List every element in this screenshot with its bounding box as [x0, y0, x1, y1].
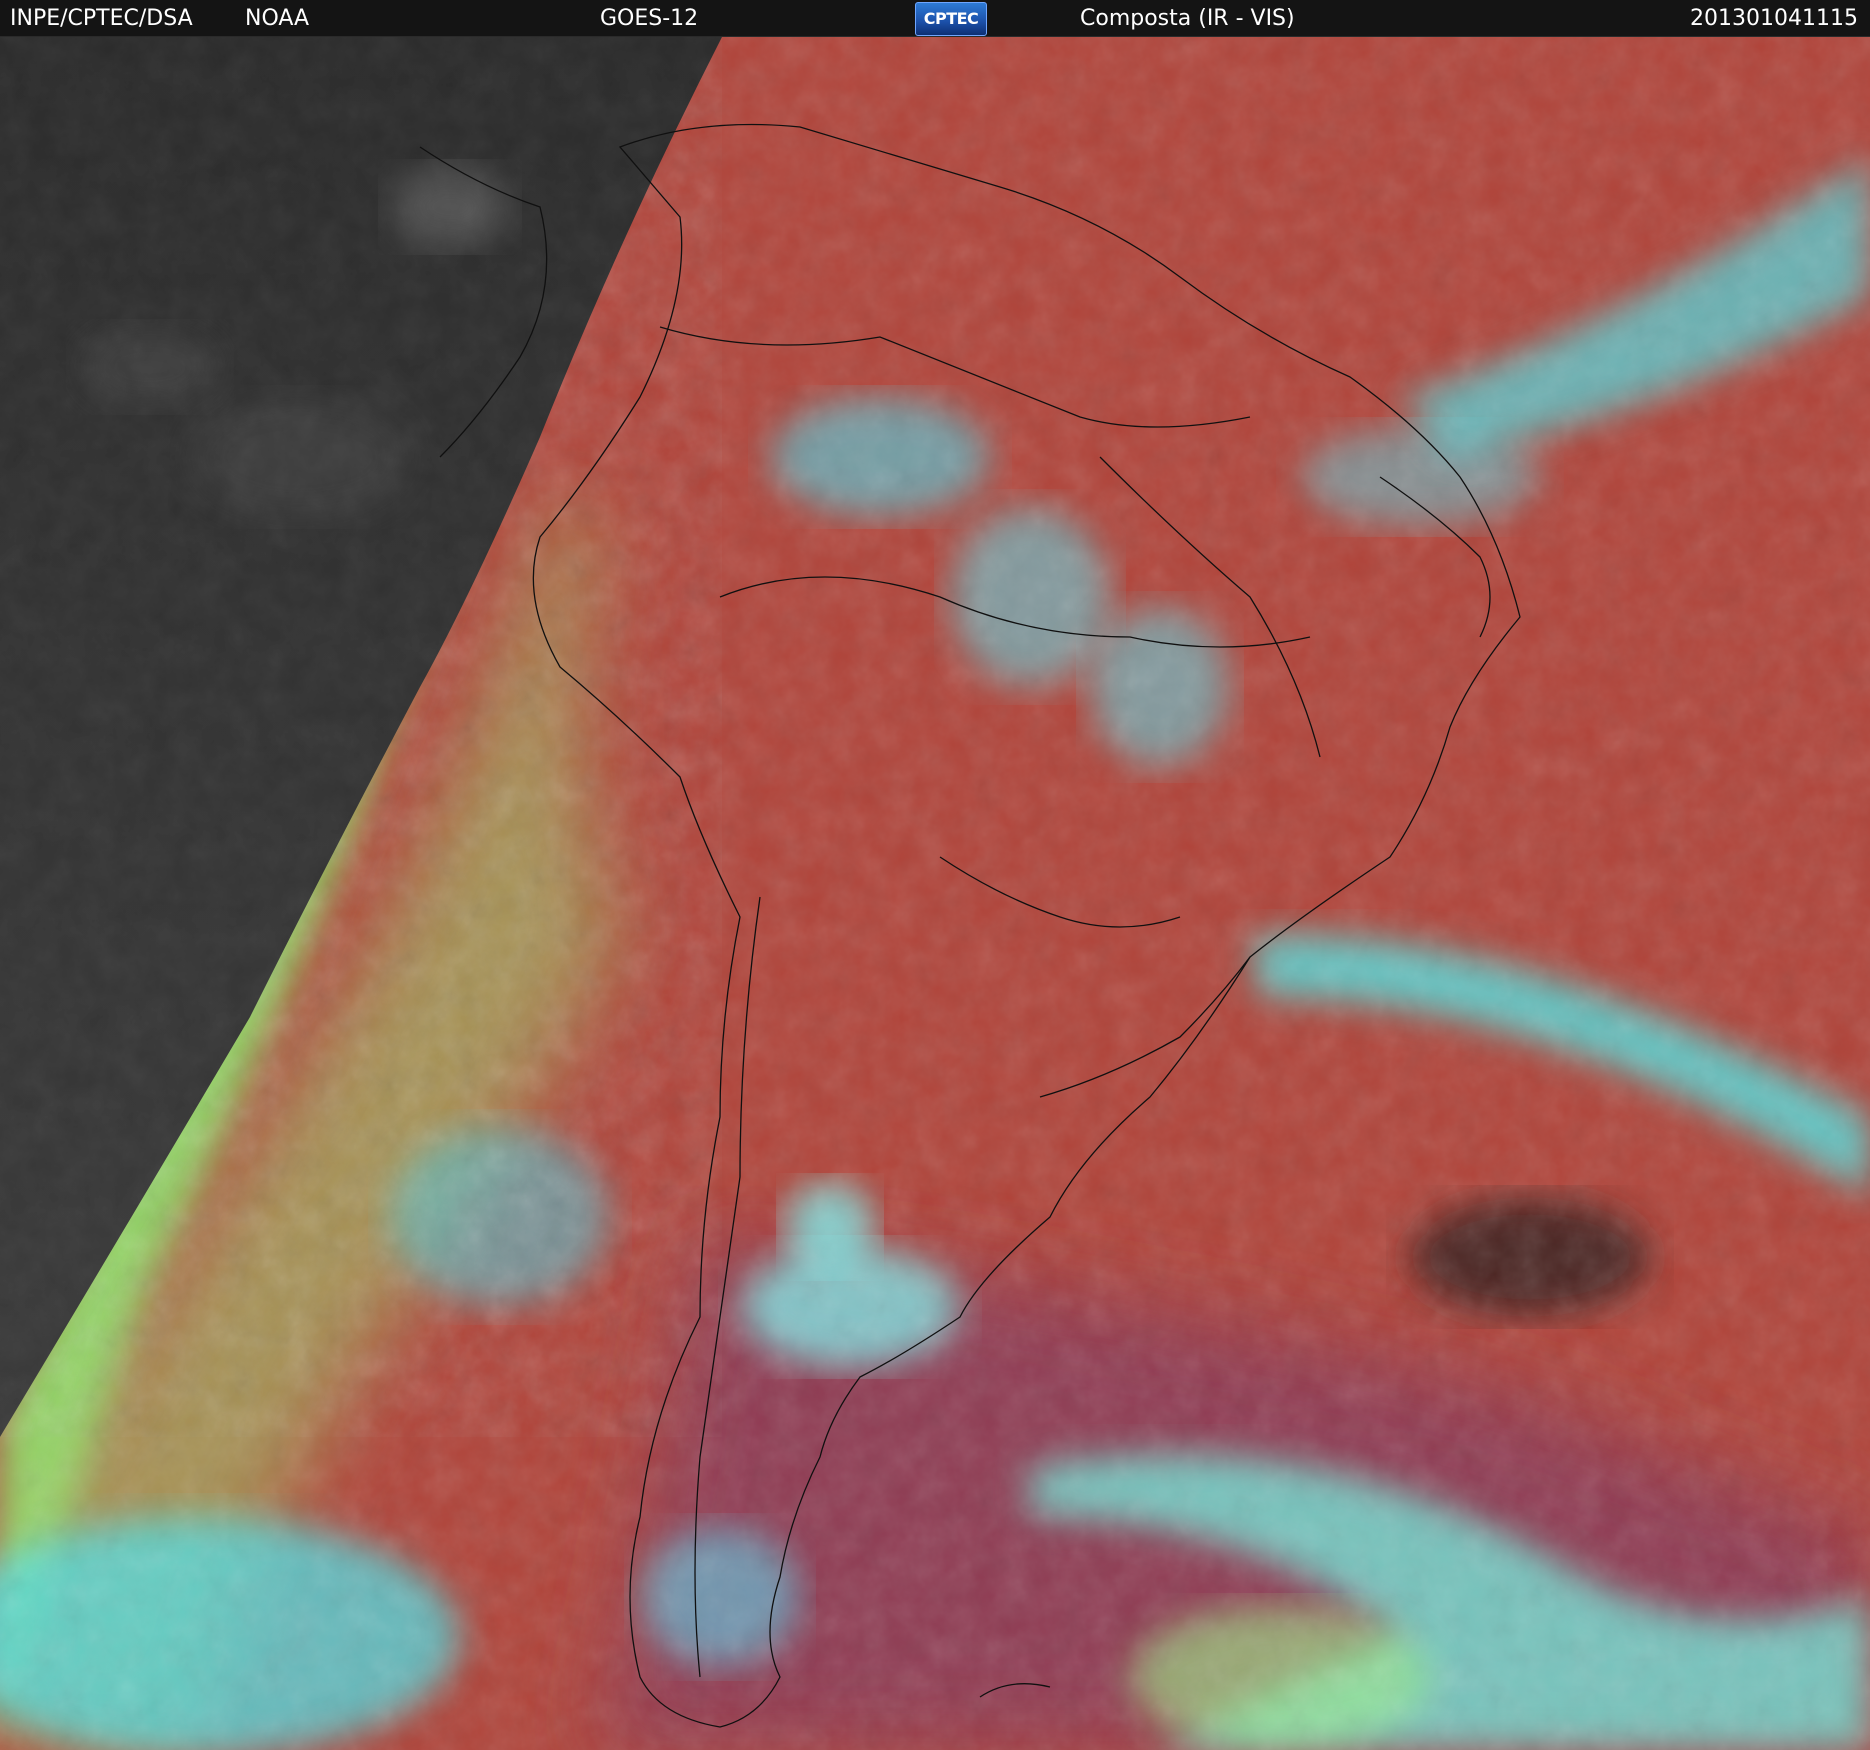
satellite-composite-svg [0, 37, 1870, 1750]
source-label: INPE/CPTEC/DSA [10, 6, 193, 31]
satellite-label: GOES-12 [600, 6, 699, 31]
satellite-image [0, 37, 1870, 1750]
night-texture [0, 37, 722, 1437]
agency-label: NOAA [245, 6, 310, 31]
image-header-bar: INPE/CPTEC/DSA NOAA GOES-12 CPTEC Compos… [0, 0, 1870, 37]
timestamp-label: 201301041115 [1690, 6, 1858, 31]
product-label: Composta (IR - VIS) [1080, 6, 1295, 31]
cptec-logo: CPTEC [915, 2, 987, 36]
